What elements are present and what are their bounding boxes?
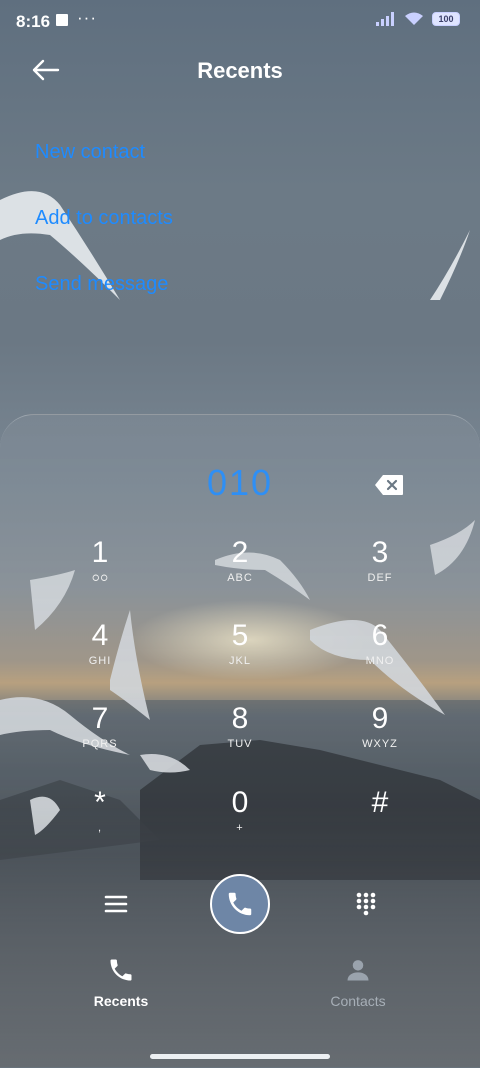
key-digit: 4: [91, 619, 109, 652]
key-letters: MNO: [365, 655, 395, 667]
status-time: 8:16: [16, 12, 51, 31]
signal-icon: [376, 12, 394, 26]
key-7[interactable]: 7 PQRS: [40, 702, 160, 778]
key-digit: 8: [231, 702, 249, 735]
key-2[interactable]: 2 ABC: [180, 536, 300, 612]
key-digit: 9: [371, 702, 389, 735]
key-letters: WXYZ: [362, 738, 398, 750]
tab-contacts[interactable]: Contacts: [293, 956, 423, 1010]
key-letters: +: [236, 822, 244, 834]
status-icons: 100: [376, 12, 460, 26]
key-letters: PQRS: [82, 738, 118, 750]
backspace-icon[interactable]: [374, 474, 404, 496]
call-button[interactable]: [210, 874, 270, 934]
wifi-icon: [405, 12, 423, 25]
voicemail-icon: ഠഠ: [91, 572, 109, 584]
person-icon: [347, 960, 369, 981]
status-bar: 8:16 ··· 100: [0, 0, 480, 44]
key-digit: 2: [231, 536, 249, 569]
dialed-number[interactable]: 010: [0, 462, 480, 504]
new-contact-link[interactable]: New contact: [35, 141, 145, 164]
key-letters: TUV: [227, 738, 253, 750]
tab-recents[interactable]: Recents: [56, 956, 186, 1010]
more-notifications-icon: ···: [77, 8, 97, 27]
key-1[interactable]: 1 ഠഠ: [40, 536, 160, 612]
tab-contacts-label: Contacts: [330, 993, 386, 1009]
key-letters: ABC: [227, 572, 253, 584]
key-0[interactable]: 0 +: [180, 786, 300, 862]
tab-recents-label: Recents: [93, 993, 149, 1009]
key-8[interactable]: 8 TUV: [180, 702, 300, 778]
key-4[interactable]: 4 GHI: [40, 619, 160, 695]
key-digit: 6: [371, 619, 389, 652]
phone-icon: [228, 892, 252, 916]
dialpad-grid-icon[interactable]: [350, 888, 382, 920]
home-indicator[interactable]: [150, 1054, 330, 1059]
key-letters: DEF: [367, 572, 393, 584]
page-title: Recents: [197, 58, 283, 83]
phone-icon: [110, 959, 132, 981]
key-digit: 1: [91, 536, 109, 569]
battery-icon: 100: [432, 12, 460, 26]
key-3[interactable]: 3 DEF: [320, 536, 440, 612]
key-6[interactable]: 6 MNO: [320, 619, 440, 695]
key-hash[interactable]: #: [320, 786, 440, 862]
key-digit: 0: [231, 786, 249, 819]
key-letters: ,: [97, 822, 103, 834]
notification-icon: [56, 14, 68, 26]
key-letters: GHI: [88, 655, 112, 667]
key-digit: *: [94, 786, 106, 819]
menu-icon[interactable]: [100, 888, 132, 920]
key-9[interactable]: 9 WXYZ: [320, 702, 440, 778]
key-digit: 7: [91, 702, 109, 735]
key-5[interactable]: 5 JKL: [180, 619, 300, 695]
key-digit: 5: [231, 619, 249, 652]
key-letters: JKL: [229, 655, 251, 667]
key-digit: #: [371, 786, 389, 819]
key-digit: 3: [371, 536, 389, 569]
add-to-contacts-link[interactable]: Add to contacts: [35, 207, 173, 230]
key-star[interactable]: * ,: [40, 786, 160, 862]
send-message-link[interactable]: Send message: [35, 273, 168, 296]
header: Recents: [0, 48, 480, 92]
